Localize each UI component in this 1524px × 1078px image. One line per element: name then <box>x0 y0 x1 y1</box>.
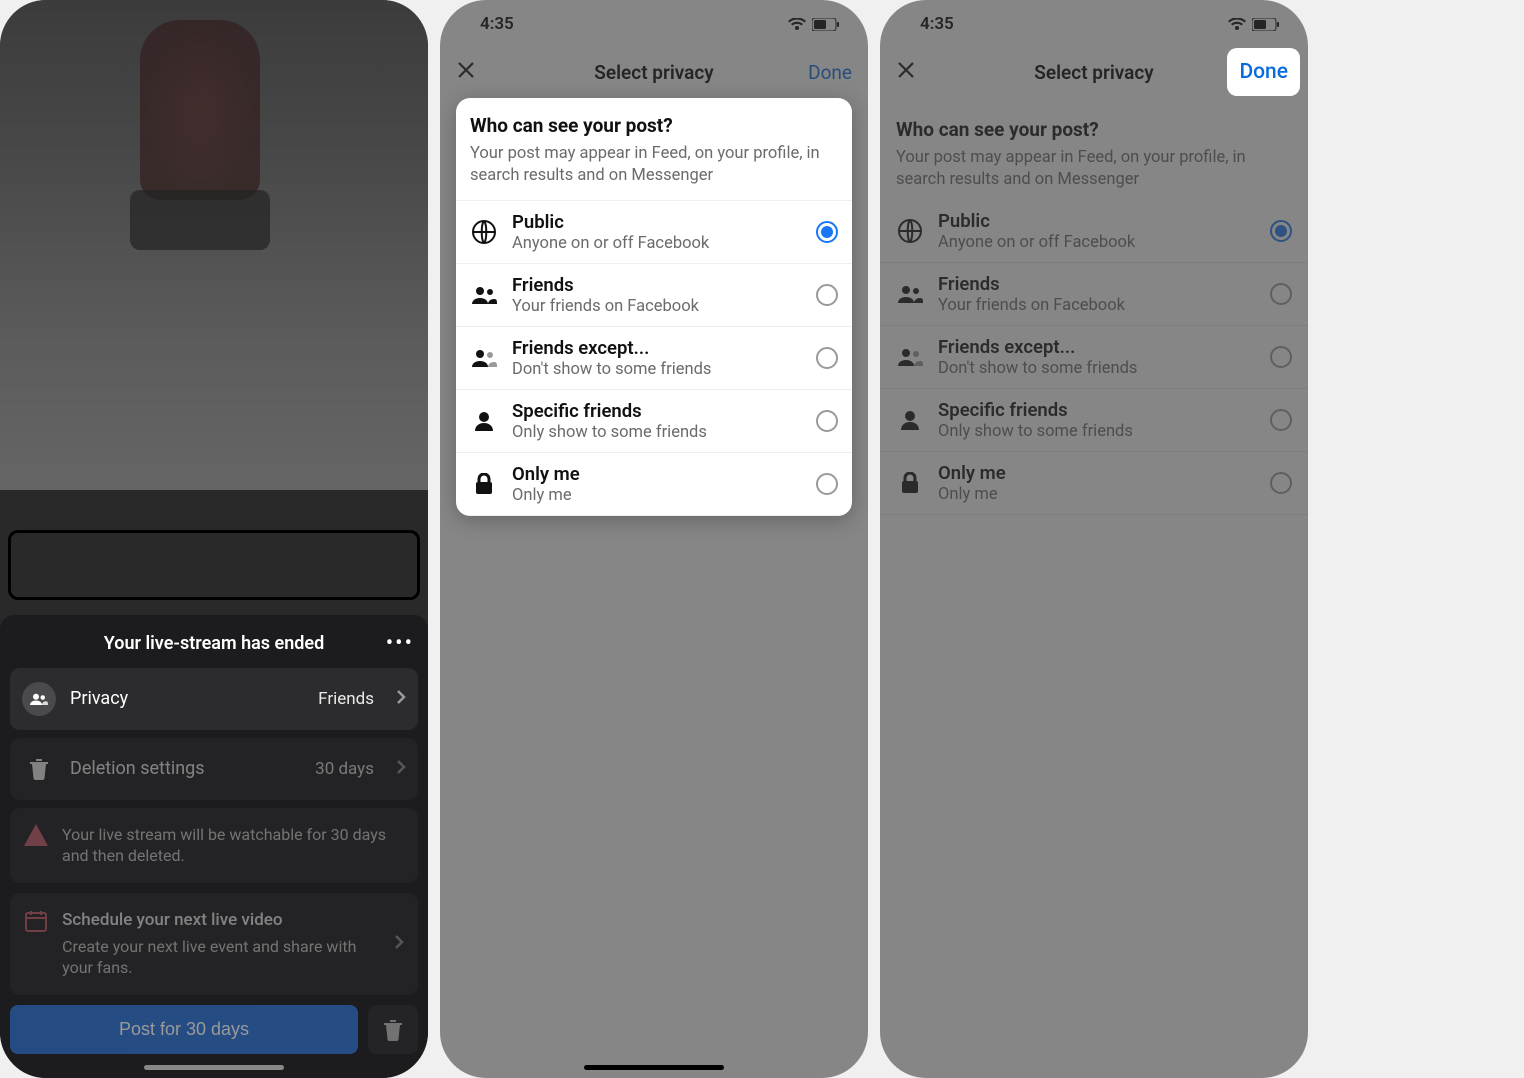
home-indicator <box>144 1065 284 1070</box>
warning-icon <box>24 824 48 867</box>
radio-unselected[interactable] <box>816 410 838 432</box>
card-title: Who can see your post? <box>470 114 838 137</box>
schedule-sub: Create your next live event and share wi… <box>62 937 356 978</box>
end-stream-sheet: Your live-stream has ended ••• Privacy F… <box>0 615 428 1078</box>
privacy-value: Friends <box>318 689 374 709</box>
option-sub: Your friends on Facebook <box>512 297 802 316</box>
deletion-settings-row[interactable]: Deletion settings 30 days <box>10 738 418 800</box>
friends-except-icon <box>470 349 498 367</box>
delete-button[interactable] <box>368 1005 418 1054</box>
person-icon <box>470 411 498 431</box>
lock-icon <box>470 473 498 495</box>
privacy-row[interactable]: Privacy Friends <box>10 668 418 730</box>
phone-screen-2: 4:35 Select privacy Done Who can see you… <box>440 0 868 1078</box>
tutorial-highlight-done[interactable]: Done <box>1227 48 1300 96</box>
post-button[interactable]: Post for 30 days <box>10 1005 358 1054</box>
card-subtitle: Your post may appear in Feed, on your pr… <box>470 143 838 188</box>
radio-selected[interactable] <box>816 221 838 243</box>
trash-icon <box>22 752 56 786</box>
schedule-next-card[interactable]: Schedule your next live video Create you… <box>10 893 418 995</box>
option-title: Public <box>512 211 802 234</box>
privacy-option-only-me[interactable]: Only meOnly me <box>456 453 852 516</box>
more-options-button[interactable]: ••• <box>386 631 414 656</box>
radio-unselected[interactable] <box>816 347 838 369</box>
privacy-option-specific-friends[interactable]: Specific friendsOnly show to some friend… <box>456 390 852 453</box>
friends-icon <box>470 286 498 304</box>
deletion-warning-card: Your live stream will be watchable for 3… <box>10 808 418 883</box>
privacy-label: Privacy <box>70 688 304 709</box>
option-sub: Only me <box>512 486 802 505</box>
radio-unselected[interactable] <box>816 473 838 495</box>
option-sub: Only show to some friends <box>512 423 802 442</box>
home-indicator <box>584 1065 724 1070</box>
warning-text: Your live stream will be watchable for 3… <box>62 824 404 867</box>
globe-icon <box>470 220 498 244</box>
friends-icon <box>22 682 56 716</box>
privacy-option-friends-except[interactable]: Friends except...Don't show to some frie… <box>456 327 852 390</box>
done-label: Done <box>1239 60 1288 84</box>
option-title: Friends except... <box>512 337 802 360</box>
chevron-right-icon <box>396 689 406 709</box>
calendar-icon <box>24 909 48 979</box>
deletion-label: Deletion settings <box>70 758 301 779</box>
option-sub: Anyone on or off Facebook <box>512 234 802 253</box>
privacy-option-public[interactable]: PublicAnyone on or off Facebook <box>456 201 852 264</box>
chevron-right-icon <box>394 934 404 954</box>
deletion-value: 30 days <box>315 759 374 779</box>
option-title: Only me <box>512 463 802 486</box>
phone-screen-1: Your live-stream has ended ••• Privacy F… <box>0 0 428 1078</box>
schedule-title: Schedule your next live video <box>62 909 380 932</box>
privacy-option-friends[interactable]: FriendsYour friends on Facebook <box>456 264 852 327</box>
sheet-title: Your live-stream has ended <box>104 633 324 654</box>
option-sub: Don't show to some friends <box>512 360 802 379</box>
privacy-options-card: Who can see your post? Your post may app… <box>456 98 852 516</box>
chevron-right-icon <box>396 759 406 779</box>
radio-unselected[interactable] <box>816 284 838 306</box>
option-title: Specific friends <box>512 400 802 423</box>
option-title: Friends <box>512 274 802 297</box>
phone-screen-3: 4:35 Select privacy Done Who can see you… <box>880 0 1308 1078</box>
